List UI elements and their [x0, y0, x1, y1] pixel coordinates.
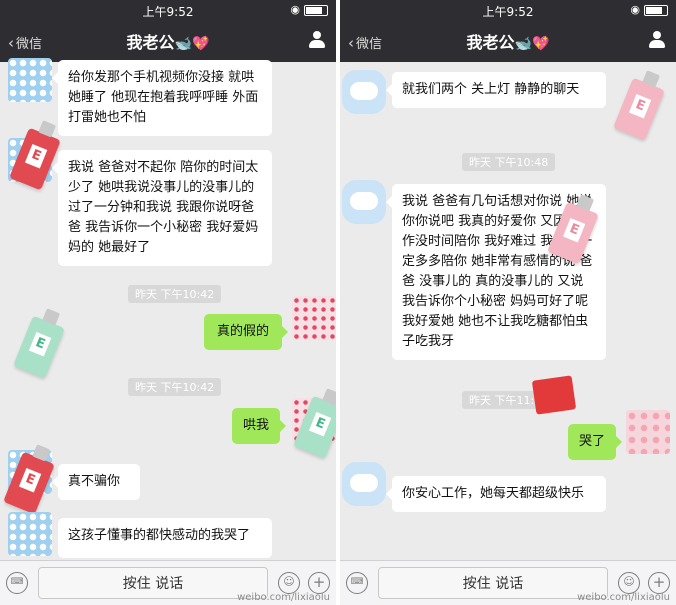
message-bubble[interactable]: 真的假的 — [204, 314, 288, 350]
status-time: 上午9:52 — [482, 5, 534, 19]
watermark: weibo.com/lixiaolu — [577, 592, 670, 603]
hold-to-talk-button[interactable]: 按住 说话 — [38, 567, 268, 599]
status-indicators: ◉ — [290, 3, 328, 16]
title-emoji: 🐋💖 — [514, 36, 550, 52]
chat-title-text: 我老公 — [466, 33, 515, 52]
nav-bar: 上午9:52 ◉ ‹ 微信 我老公🐋💖 — [340, 0, 676, 62]
input-bar: ⌨ 按住 说话 ☺ + weibo.com/lixiaolu — [0, 560, 336, 605]
message-bubble[interactable]: 哄我 — [232, 408, 286, 444]
sticker-bottle: E — [613, 70, 665, 141]
my-avatar[interactable] — [626, 410, 670, 454]
watermark: weibo.com/lixiaolu — [237, 592, 330, 603]
timestamp: 昨天 下午10:48 — [462, 153, 556, 171]
status-indicators: ◉ — [630, 3, 668, 16]
contact-avatar[interactable] — [342, 180, 386, 224]
status-time: 上午9:52 — [142, 5, 194, 19]
my-avatar[interactable] — [292, 296, 336, 340]
contact-avatar[interactable] — [8, 58, 52, 102]
contact-avatar[interactable] — [342, 462, 386, 506]
timestamp: 昨天 下午10:42 — [128, 285, 222, 303]
input-bar: ⌨ 按住 说话 ☺ + weibo.com/lixiaolu — [340, 560, 676, 605]
contact-avatar[interactable] — [8, 512, 52, 556]
emoji-icon[interactable]: ☺ — [618, 572, 640, 594]
message-bubble[interactable]: 你安心工作，她每天都超级快乐 — [386, 476, 606, 512]
battery-icon — [304, 4, 328, 16]
nav-bar: 上午9:52 ◉ ‹ 微信 我老公🐋💖 — [0, 0, 336, 62]
message-bubble[interactable]: 给你发那个手机视频你没接 就哄她睡了 他现在抱着我呼呼睡 外面打雷她也不怕 — [52, 60, 272, 136]
sticker-gift — [531, 375, 577, 415]
keyboard-icon[interactable]: ⌨ — [346, 572, 368, 594]
title-emoji: 🐋💖 — [174, 36, 210, 52]
plus-icon[interactable]: + — [308, 572, 330, 594]
sticker-bottle: E — [13, 308, 65, 379]
message-bubble[interactable]: 哭了 — [568, 424, 622, 460]
message-bubble[interactable]: 就我们两个 关上灯 静静的聊天 — [386, 72, 606, 108]
message-bubble[interactable]: 这孩子懂事的都快感动的我哭了 — [58, 518, 272, 558]
battery-icon — [644, 4, 668, 16]
chat-screen-left: 上午9:52 ◉ ‹ 微信 我老公🐋💖 给你发那个手机视频你没接 就哄她睡了 他现… — [0, 0, 336, 605]
chat-title: 我老公🐋💖 — [340, 29, 676, 53]
contact-avatar[interactable] — [342, 70, 386, 114]
timestamp: 昨天 下午10:42 — [128, 378, 222, 396]
profile-icon[interactable] — [648, 31, 666, 49]
keyboard-icon[interactable]: ⌨ — [6, 572, 28, 594]
chat-screen-right: 上午9:52 ◉ ‹ 微信 我老公🐋💖 就我们两个 关上灯 静静的聊天 E 昨天 … — [340, 0, 676, 605]
hold-to-talk-button[interactable]: 按住 说话 — [378, 567, 608, 599]
chat-title-text: 我老公 — [126, 33, 175, 52]
emoji-icon[interactable]: ☺ — [278, 572, 300, 594]
chat-title: 我老公🐋💖 — [0, 29, 336, 53]
plus-icon[interactable]: + — [648, 572, 670, 594]
profile-icon[interactable] — [308, 31, 326, 49]
message-bubble[interactable]: 真不骗你 — [52, 464, 140, 500]
message-bubble[interactable]: 我说 爸爸对不起你 陪你的时间太少了 她哄我说没事儿的没事儿的 过了一分钟和我说… — [52, 150, 272, 266]
